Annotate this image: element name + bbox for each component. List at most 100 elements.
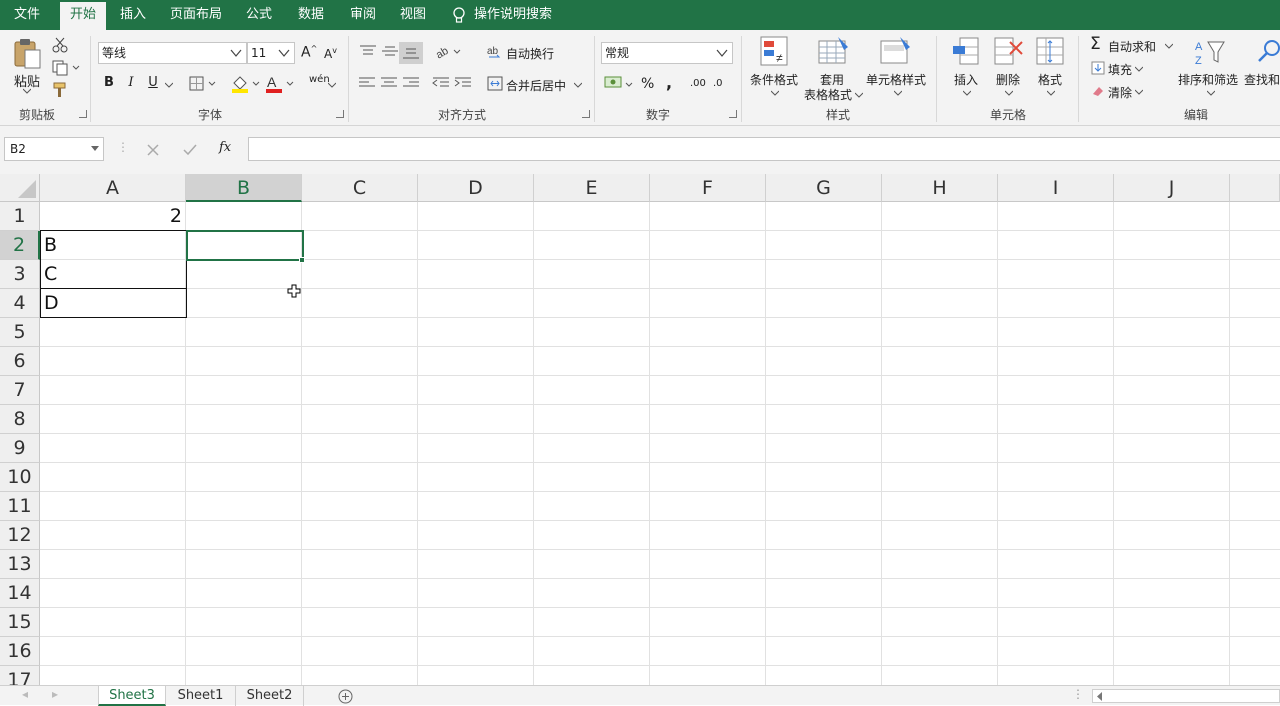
chevron-down-icon[interactable] (1135, 89, 1143, 95)
column-header-f[interactable]: F (650, 174, 766, 202)
sort-filter-icon[interactable]: AZ (1194, 38, 1226, 68)
font-color-icon[interactable]: A (265, 74, 295, 94)
scroll-right-icon[interactable]: ▸ (52, 687, 58, 701)
align-bottom-icon[interactable] (399, 42, 423, 64)
align-middle-icon[interactable] (380, 44, 400, 58)
conditional-formatting-icon[interactable]: ≠ (760, 36, 790, 68)
increase-indent-icon[interactable] (454, 76, 472, 90)
row-header-13[interactable]: 13 (0, 550, 40, 579)
chevron-down-icon[interactable] (574, 82, 582, 88)
chevron-down-icon[interactable] (1047, 90, 1055, 96)
row-header-9[interactable]: 9 (0, 434, 40, 463)
decrease-decimal-button[interactable]: .0 (713, 78, 723, 89)
number-format-dropdown[interactable]: 常规 (601, 42, 733, 64)
font-launcher[interactable] (336, 110, 344, 118)
tab-view[interactable]: 视图 (392, 0, 434, 30)
chevron-down-icon[interactable] (1207, 90, 1215, 96)
row-header-6[interactable]: 6 (0, 347, 40, 376)
delete-cells-icon[interactable] (994, 36, 1024, 68)
underline-button[interactable]: U (145, 75, 161, 90)
row-header-4[interactable]: 4 (0, 289, 40, 318)
format-painter-icon[interactable] (52, 82, 68, 98)
eraser-icon[interactable] (1091, 84, 1105, 98)
cell-a1[interactable]: 2 (40, 202, 186, 231)
cell-styles-button[interactable]: 单元格样式 (866, 71, 926, 88)
row-header-14[interactable]: 14 (0, 579, 40, 608)
chevron-down-icon[interactable] (963, 90, 971, 96)
align-top-icon[interactable] (358, 44, 378, 58)
enter-check-icon[interactable] (182, 143, 198, 157)
fill-color-icon[interactable] (231, 74, 261, 94)
tell-me-search[interactable]: 操作说明搜索 (474, 0, 558, 30)
chevron-down-icon[interactable] (165, 82, 173, 88)
formula-input[interactable] (248, 137, 1280, 161)
chevron-down-icon[interactable] (771, 90, 779, 96)
chevron-down-icon[interactable] (23, 88, 31, 94)
orientation-icon[interactable]: ab (434, 43, 462, 59)
format-as-table-button[interactable]: 表格格式 (804, 86, 852, 103)
fill-handle[interactable] (299, 257, 305, 263)
wrap-text-icon[interactable]: ab (487, 44, 503, 60)
decrease-font-size-button[interactable]: Av (324, 46, 337, 61)
chevron-down-icon[interactable] (855, 92, 863, 98)
sort-filter-button[interactable]: 排序和筛选 (1178, 71, 1238, 88)
column-header-d[interactable]: D (418, 174, 534, 202)
phonetic-guide-button[interactable]: wén (309, 74, 330, 85)
column-header-i[interactable]: I (998, 174, 1114, 202)
format-as-table-icon[interactable] (818, 36, 850, 68)
wrap-text-button[interactable]: 自动换行 (506, 45, 554, 62)
tab-page-layout[interactable]: 页面布局 (164, 0, 228, 30)
delete-cells-button[interactable]: 删除 (996, 71, 1020, 88)
alignment-launcher[interactable] (582, 110, 590, 118)
format-cells-icon[interactable] (1036, 36, 1064, 68)
increase-font-size-button[interactable]: A^ (301, 44, 317, 61)
decrease-indent-icon[interactable] (432, 76, 450, 90)
row-header-15[interactable]: 15 (0, 608, 40, 637)
column-header-g[interactable]: G (766, 174, 882, 202)
row-header-2[interactable]: 2 (0, 231, 40, 260)
cell-styles-icon[interactable] (880, 36, 912, 68)
italic-button[interactable]: I (123, 75, 139, 90)
borders-icon[interactable] (189, 76, 217, 92)
chevron-down-icon[interactable] (894, 90, 902, 96)
sheet-tab-sheet3[interactable]: Sheet3 (98, 686, 166, 706)
align-left-icon[interactable] (358, 76, 376, 90)
column-header-h[interactable]: H (882, 174, 998, 202)
scroll-left-arrow-icon[interactable] (1096, 692, 1104, 701)
column-header-j[interactable]: J (1114, 174, 1230, 202)
font-name-dropdown[interactable]: 等线 (98, 42, 247, 64)
row-header-16[interactable]: 16 (0, 637, 40, 666)
insert-cells-button[interactable]: 插入 (954, 71, 978, 88)
bold-button[interactable]: B (101, 75, 117, 90)
conditional-formatting-button[interactable]: 条件格式 (750, 71, 798, 88)
worksheet-grid[interactable]: ABCDEFGHIJ 1 2 3 4 5 6 7 8 9 10 11 12 13 14 15 16 17 2BC… (0, 174, 1280, 685)
font-size-dropdown[interactable]: 11 (247, 42, 295, 64)
tab-review[interactable]: 审阅 (342, 0, 384, 30)
fill-button[interactable]: 填充 (1108, 61, 1132, 78)
chevron-down-icon[interactable] (1005, 90, 1013, 96)
row-header-7[interactable]: 7 (0, 376, 40, 405)
fill-down-icon[interactable] (1091, 61, 1105, 75)
tab-insert[interactable]: 插入 (112, 0, 154, 30)
cut-icon[interactable] (52, 37, 68, 53)
find-select-button[interactable]: 查找和 (1244, 71, 1280, 88)
autosum-button[interactable]: 自动求和 (1108, 38, 1156, 55)
row-header-10[interactable]: 10 (0, 463, 40, 492)
comma-style-button[interactable]: , (666, 73, 672, 92)
merge-center-icon[interactable] (487, 76, 503, 92)
lightbulb-icon[interactable] (452, 7, 466, 24)
paste-icon[interactable] (12, 38, 42, 70)
row-header-3[interactable]: 3 (0, 260, 40, 289)
tab-data[interactable]: 数据 (290, 0, 332, 30)
align-center-icon[interactable] (380, 76, 398, 90)
percent-button[interactable]: % (641, 76, 654, 92)
chevron-down-icon[interactable] (328, 82, 336, 88)
select-all-corner[interactable] (0, 174, 40, 202)
row-header-11[interactable]: 11 (0, 492, 40, 521)
sheet-tab-sheet1[interactable]: Sheet1 (166, 686, 236, 706)
tab-split-handle[interactable]: ⋮ (1072, 687, 1084, 701)
insert-cells-icon[interactable] (952, 36, 980, 68)
chevron-down-icon[interactable] (1135, 66, 1143, 72)
tab-formulas[interactable]: 公式 (238, 0, 280, 30)
clipboard-launcher[interactable] (79, 110, 87, 118)
